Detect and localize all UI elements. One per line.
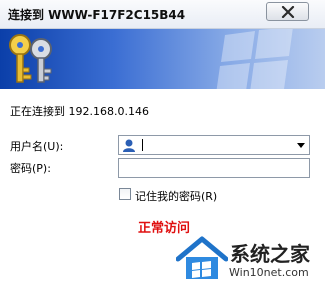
remember-password-checkbox[interactable] xyxy=(119,188,131,200)
chevron-down-icon[interactable] xyxy=(297,143,305,148)
user-icon xyxy=(123,139,135,152)
connecting-status: 正在连接到 192.168.0.146 xyxy=(10,105,149,118)
text-cursor xyxy=(142,139,143,151)
username-label: 用户名(U): xyxy=(10,140,64,153)
windows-logo-icon xyxy=(216,29,293,89)
close-button[interactable] xyxy=(266,2,309,21)
username-combobox[interactable] xyxy=(118,135,310,155)
keys-icon xyxy=(9,34,52,83)
watermark-url: Win10net.com xyxy=(229,266,309,279)
window-title: 连接到 WWW-F17F2C15B44 xyxy=(8,8,186,22)
house-logo-icon xyxy=(176,236,228,279)
watermark-name: 系统之家 xyxy=(230,242,310,266)
annotation-label: 正常访问 xyxy=(138,221,191,236)
password-label: 密码(P): xyxy=(10,162,51,175)
close-icon xyxy=(281,6,295,18)
password-field[interactable] xyxy=(118,158,310,178)
header-banner xyxy=(0,29,325,89)
remember-password-label[interactable]: 记住我的密码(R) xyxy=(135,188,217,204)
title-bar: 连接到 WWW-F17F2C15B44 xyxy=(0,0,325,29)
